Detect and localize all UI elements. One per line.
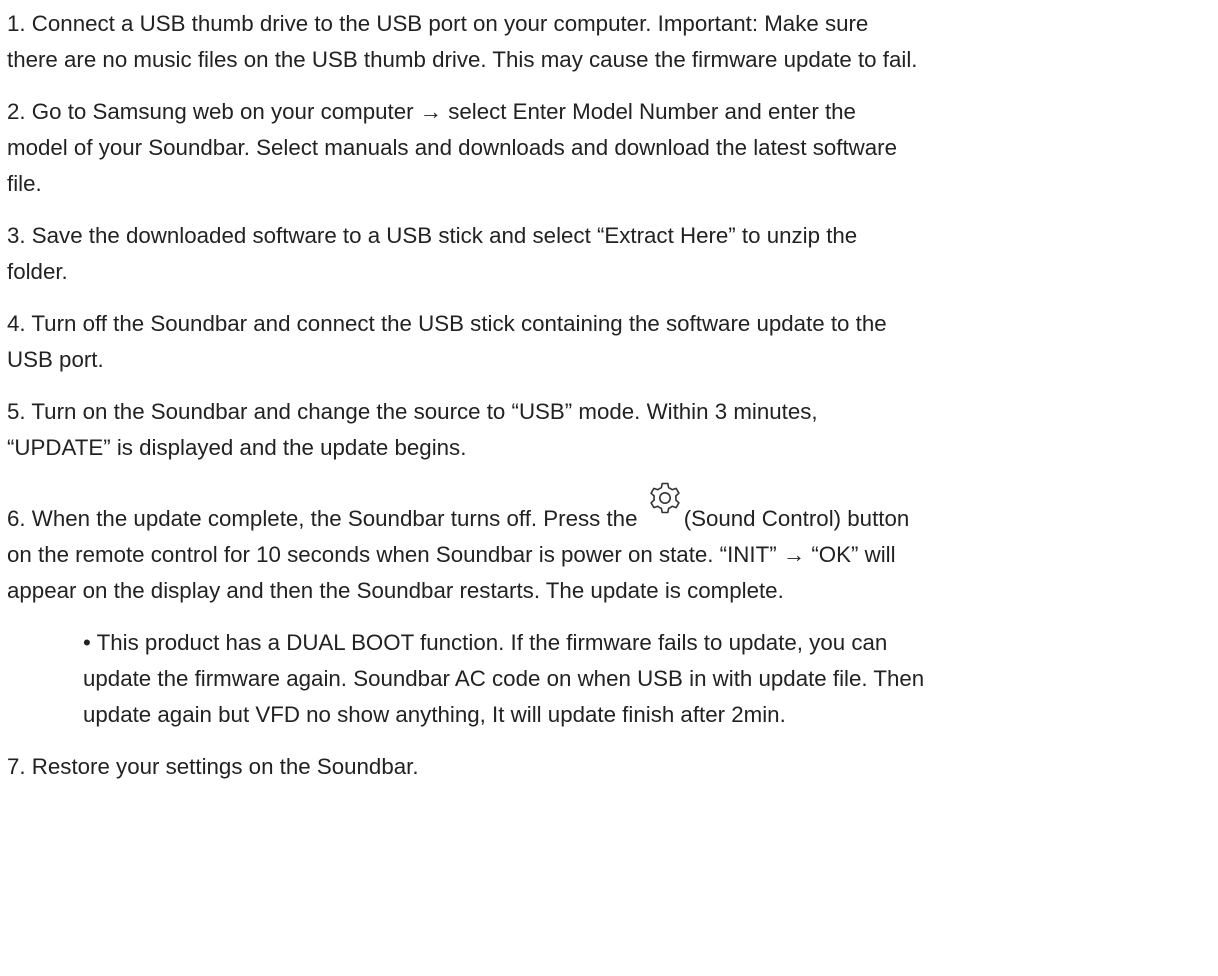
gear-icon xyxy=(647,480,683,516)
step-6: 6. When the update complete, the Soundba… xyxy=(7,482,1215,609)
step-6-text-before: 6. When the update complete, the Soundba… xyxy=(7,506,644,531)
step-1: 1. Connect a USB thumb drive to the USB … xyxy=(7,11,918,72)
dual-boot-note: • This product has a DUAL BOOT function.… xyxy=(83,630,925,727)
step-5: 5. Turn on the Soundbar and change the s… xyxy=(7,399,818,460)
instructions-content: 1. Connect a USB thumb drive to the USB … xyxy=(7,6,1215,801)
step-4: 4. Turn off the Soundbar and connect the… xyxy=(7,311,887,372)
step-2: 2. Go to Samsung web on your computer → … xyxy=(7,99,897,196)
step-7: 7. Restore your settings on the Soundbar… xyxy=(7,754,419,779)
step-3: 3. Save the downloaded software to a USB… xyxy=(7,223,858,284)
